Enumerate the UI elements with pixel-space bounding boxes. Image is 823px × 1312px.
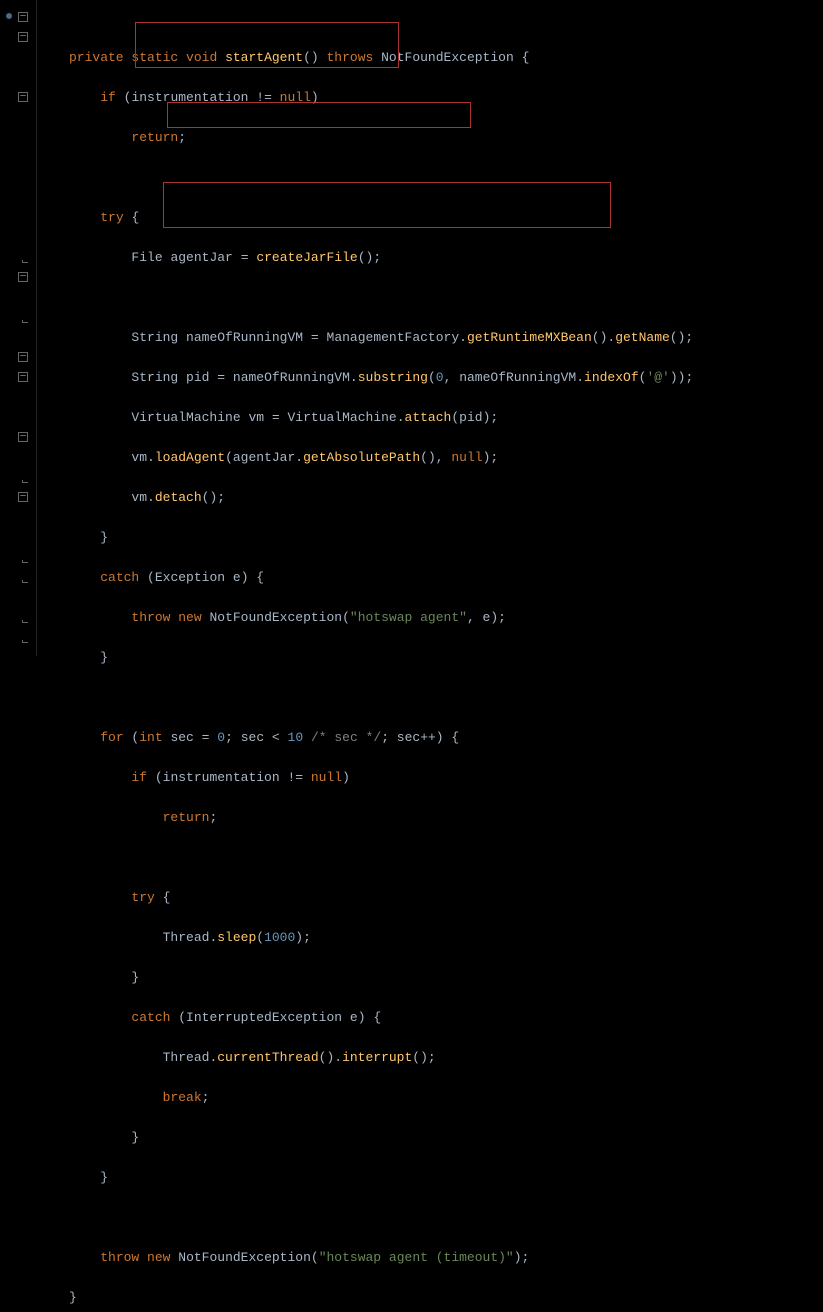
fold-icon[interactable] [18,432,28,442]
fold-end-icon[interactable] [18,576,28,586]
code-line: catch (Exception e) { [69,568,815,588]
fold-end-icon[interactable] [18,256,28,266]
code-line: String nameOfRunningVM = ManagementFacto… [69,328,815,348]
code-line: catch (InterruptedException e) { [69,1008,815,1028]
fold-end-icon[interactable] [18,636,28,646]
fold-end-icon[interactable] [18,556,28,566]
fold-icon[interactable] [18,272,28,282]
code-line: for (int sec = 0; sec < 10 /* sec */; se… [69,728,815,748]
code-area[interactable]: private static void startAgent() throws … [37,0,823,656]
code-line: } [69,968,815,988]
code-line: try { [69,888,815,908]
code-line: vm.loadAgent(agentJar.getAbsolutePath(),… [69,448,815,468]
code-line: if (instrumentation != null) [69,88,815,108]
code-line [69,848,815,868]
code-line: } [69,1128,815,1148]
code-line: } [69,648,815,668]
code-line: break; [69,1088,815,1108]
code-line: } [69,1168,815,1188]
fold-icon[interactable] [18,12,28,22]
fold-icon[interactable] [18,372,28,382]
code-line: String pid = nameOfRunningVM.substring(0… [69,368,815,388]
fold-end-icon[interactable] [18,316,28,326]
code-line [69,168,815,188]
code-line: } [69,1288,815,1308]
code-line [69,688,815,708]
code-line: if (instrumentation != null) [69,768,815,788]
code-line: vm.detach(); [69,488,815,508]
fold-end-icon[interactable] [18,616,28,626]
code-editor: private static void startAgent() throws … [0,0,823,656]
fold-icon[interactable] [18,92,28,102]
breakpoint-dot[interactable] [6,13,12,19]
code-line: File agentJar = createJarFile(); [69,248,815,268]
code-line: throw new NotFoundException("hotswap age… [69,1248,815,1268]
code-line: private static void startAgent() throws … [69,48,815,68]
code-line [69,288,815,308]
code-line: return; [69,808,815,828]
code-line: } [69,528,815,548]
gutter [0,0,37,656]
code-line: return; [69,128,815,148]
code-line: Thread.sleep(1000); [69,928,815,948]
code-line: throw new NotFoundException("hotswap age… [69,608,815,628]
fold-icon[interactable] [18,352,28,362]
fold-icon[interactable] [18,32,28,42]
code-line: VirtualMachine vm = VirtualMachine.attac… [69,408,815,428]
fold-end-icon[interactable] [18,476,28,486]
code-line: try { [69,208,815,228]
code-line: Thread.currentThread().interrupt(); [69,1048,815,1068]
fold-icon[interactable] [18,492,28,502]
code-line [69,1208,815,1228]
